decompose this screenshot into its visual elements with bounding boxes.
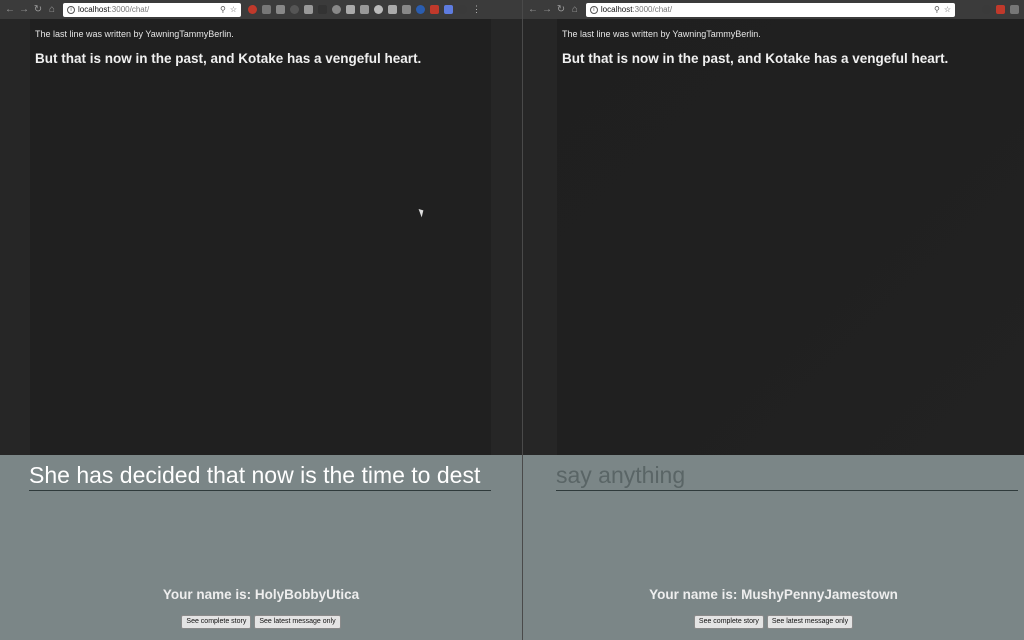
- reload-icon[interactable]: ↻: [31, 3, 45, 17]
- extension-icon[interactable]: [387, 5, 397, 14]
- see-latest-message-button[interactable]: See latest message only: [254, 615, 341, 629]
- extension-icon[interactable]: [261, 5, 271, 14]
- last-line-attribution: The last line was written by YawningTamm…: [35, 29, 234, 39]
- view-buttons: See complete story See latest message on…: [523, 615, 1024, 629]
- see-latest-message-button[interactable]: See latest message only: [766, 615, 854, 629]
- message-input[interactable]: [29, 461, 491, 490]
- extension-icon[interactable]: [317, 5, 327, 14]
- url-text: localhost:3000/chat/: [600, 5, 673, 14]
- extension-icon[interactable]: [995, 5, 1005, 14]
- extension-icon[interactable]: [401, 5, 411, 14]
- extension-bar: [979, 5, 1021, 14]
- story-panel: The last line was written by YawningTamm…: [30, 19, 491, 455]
- user-name-label: Your name is: MushyPennyJamestown: [649, 587, 898, 602]
- forward-icon[interactable]: →: [540, 3, 554, 17]
- extension-icon[interactable]: [359, 5, 369, 14]
- message-input-wrapper: [556, 461, 1018, 491]
- see-complete-story-button[interactable]: See complete story: [181, 615, 252, 629]
- message-input[interactable]: [556, 461, 1018, 490]
- screen: ← → ↻ ⌂ i localhost:3000/chat/ ⚲ ☆ ⋮ The…: [0, 0, 1024, 640]
- last-line-attribution: The last line was written by YawningTamm…: [562, 29, 761, 39]
- extension-icon[interactable]: [373, 5, 383, 14]
- address-bar[interactable]: i localhost:3000/chat/ ⚲ ☆: [63, 2, 241, 17]
- see-complete-story-button[interactable]: See complete story: [693, 615, 764, 629]
- home-icon[interactable]: ⌂: [45, 3, 59, 17]
- home-icon[interactable]: ⌂: [568, 3, 582, 17]
- browser-window-left: ← → ↻ ⌂ i localhost:3000/chat/ ⚲ ☆ ⋮ The…: [0, 0, 522, 640]
- story-panel: The last line was written by YawningTamm…: [557, 19, 1024, 455]
- composer-panel: Your name is: HolyBobbyUtica See complet…: [0, 455, 522, 640]
- url-text: localhost:3000/chat/: [78, 5, 150, 14]
- latest-story-line: But that is now in the past, and Kotake …: [35, 51, 422, 66]
- info-icon[interactable]: i: [67, 5, 75, 14]
- bookmark-star-icon[interactable]: ☆: [944, 5, 951, 14]
- extension-icon[interactable]: [289, 5, 299, 14]
- composer-panel: Your name is: MushyPennyJamestown See co…: [523, 455, 1024, 640]
- extension-icon[interactable]: [1009, 5, 1019, 14]
- menu-icon[interactable]: ⋮: [472, 4, 481, 15]
- extension-bar: [245, 5, 469, 14]
- bookmark-star-icon[interactable]: ☆: [230, 5, 237, 14]
- extension-icon[interactable]: [275, 5, 285, 14]
- browser-toolbar: ← → ↻ ⌂ i localhost:3000/chat/ ⚲ ☆: [523, 0, 1024, 19]
- back-icon[interactable]: ←: [526, 3, 540, 17]
- user-name-label: Your name is: HolyBobbyUtica: [162, 587, 360, 602]
- extension-icon[interactable]: [303, 5, 313, 14]
- latest-story-line: But that is now in the past, and Kotake …: [562, 51, 949, 66]
- forward-icon[interactable]: →: [17, 3, 31, 17]
- reload-icon[interactable]: ↻: [554, 3, 568, 17]
- extension-icon[interactable]: [345, 5, 355, 14]
- zoom-icon[interactable]: ⚲: [934, 5, 940, 14]
- extension-icon[interactable]: [331, 5, 341, 14]
- message-input-wrapper: [29, 461, 491, 491]
- browser-toolbar: ← → ↻ ⌂ i localhost:3000/chat/ ⚲ ☆ ⋮: [0, 0, 522, 19]
- view-buttons: See complete story See latest message on…: [0, 615, 522, 629]
- extension-icon[interactable]: [247, 5, 257, 14]
- address-bar[interactable]: i localhost:3000/chat/ ⚲ ☆: [585, 2, 956, 17]
- zoom-icon[interactable]: ⚲: [220, 5, 226, 14]
- extension-icon[interactable]: [443, 5, 453, 14]
- extension-icon[interactable]: [429, 5, 439, 14]
- browser-window-right: ← → ↻ ⌂ i localhost:3000/chat/ ⚲ ☆ The l…: [522, 0, 1024, 640]
- extension-icon[interactable]: [415, 5, 425, 14]
- back-icon[interactable]: ←: [3, 3, 17, 17]
- extension-icon[interactable]: [981, 5, 991, 14]
- extension-icon[interactable]: [457, 5, 467, 14]
- info-icon[interactable]: i: [589, 5, 598, 14]
